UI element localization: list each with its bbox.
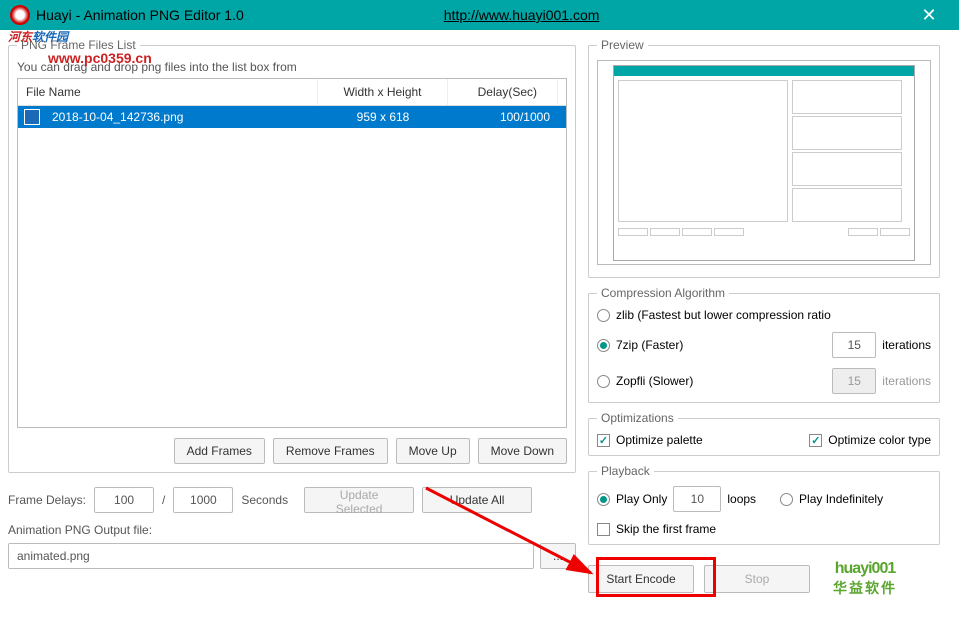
- preview-legend: Preview: [597, 38, 648, 52]
- frame-delays-row: Frame Delays: / Seconds Update Selected …: [8, 487, 576, 513]
- remove-frames-button[interactable]: Remove Frames: [273, 438, 388, 464]
- output-file-input[interactable]: [8, 543, 534, 569]
- skip-first-frame-checkbox[interactable]: [597, 523, 610, 536]
- cell-dimensions: 959 x 618: [318, 106, 448, 128]
- optimizations-legend: Optimizations: [597, 411, 678, 425]
- add-frames-button[interactable]: Add Frames: [174, 438, 265, 464]
- zlib-label: zlib (Fastest but lower compression rati…: [616, 308, 831, 322]
- loops-label: loops: [727, 492, 756, 506]
- delay-numerator-input[interactable]: [94, 487, 154, 513]
- zopfli-iterations-input: [832, 368, 876, 394]
- update-all-button[interactable]: Update All: [422, 487, 532, 513]
- window-title: Huayi - Animation PNG Editor 1.0: [36, 7, 244, 23]
- col-dimensions[interactable]: Width x Height: [318, 79, 448, 105]
- optimize-palette-label: Optimize palette: [616, 433, 703, 447]
- playback-group: Playback Play Only loops Play Indefinite…: [588, 464, 940, 545]
- optimize-color-checkbox[interactable]: [809, 434, 822, 447]
- close-icon[interactable]: ✕: [909, 0, 949, 30]
- play-only-radio[interactable]: [597, 493, 610, 506]
- playback-legend: Playback: [597, 464, 654, 478]
- optimizations-group: Optimizations Optimize palette Optimize …: [588, 411, 940, 456]
- play-indefinitely-label: Play Indefinitely: [799, 492, 883, 506]
- titlebar: Huayi - Animation PNG Editor 1.0 http://…: [0, 0, 959, 30]
- 7zip-iterations-input[interactable]: [832, 332, 876, 358]
- browse-button[interactable]: ...: [540, 543, 576, 569]
- preview-group: Preview: [588, 38, 940, 278]
- zlib-radio[interactable]: [597, 309, 610, 322]
- update-selected-button[interactable]: Update Selected: [304, 487, 414, 513]
- col-filename[interactable]: File Name: [18, 79, 318, 105]
- app-icon: [10, 5, 30, 25]
- compression-legend: Compression Algorithm: [597, 286, 729, 300]
- output-file-label: Animation PNG Output file:: [8, 523, 576, 537]
- zopfli-iter-label: iterations: [882, 374, 931, 388]
- frame-delays-label: Frame Delays:: [8, 493, 86, 507]
- move-up-button[interactable]: Move Up: [396, 438, 470, 464]
- optimize-color-label: Optimize color type: [828, 433, 931, 447]
- frames-table[interactable]: File Name Width x Height Delay(Sec) 2018…: [17, 78, 567, 428]
- watermark-text: 河东软件园: [8, 24, 68, 47]
- compression-group: Compression Algorithm zlib (Fastest but …: [588, 286, 940, 403]
- zopfli-radio[interactable]: [597, 375, 610, 388]
- preview-image: [597, 60, 931, 265]
- table-header: File Name Width x Height Delay(Sec): [18, 79, 566, 106]
- table-row[interactable]: 2018-10-04_142736.png 959 x 618 100/1000: [18, 106, 566, 128]
- optimize-palette-checkbox[interactable]: [597, 434, 610, 447]
- frames-group: PNG Frame Files List You can drag and dr…: [8, 38, 576, 473]
- title-url[interactable]: http://www.huayi001.com: [444, 7, 600, 23]
- stop-button[interactable]: Stop: [704, 565, 810, 593]
- delay-denominator-input[interactable]: [173, 487, 233, 513]
- move-down-button[interactable]: Move Down: [478, 438, 567, 464]
- zopfli-label: Zopfli (Slower): [616, 374, 693, 388]
- play-only-label: Play Only: [616, 492, 667, 506]
- start-encode-button[interactable]: Start Encode: [588, 565, 694, 593]
- 7zip-label: 7zip (Faster): [616, 338, 683, 352]
- preview-thumbnail: [613, 65, 915, 261]
- seconds-label: Seconds: [241, 493, 288, 507]
- slash-label: /: [162, 493, 165, 507]
- loops-input[interactable]: [673, 486, 721, 512]
- col-delay[interactable]: Delay(Sec): [448, 79, 558, 105]
- 7zip-iter-label: iterations: [882, 338, 931, 352]
- huayi-logo: huayi001 华益软件: [820, 559, 910, 599]
- 7zip-radio[interactable]: [597, 339, 610, 352]
- cell-delay: 100/1000: [448, 106, 558, 128]
- play-indefinitely-radio[interactable]: [780, 493, 793, 506]
- file-icon: [24, 109, 40, 125]
- watermark-url: www.pc0359.cn: [48, 50, 152, 66]
- skip-first-frame-label: Skip the first frame: [616, 522, 716, 536]
- cell-filename: 2018-10-04_142736.png: [44, 106, 318, 128]
